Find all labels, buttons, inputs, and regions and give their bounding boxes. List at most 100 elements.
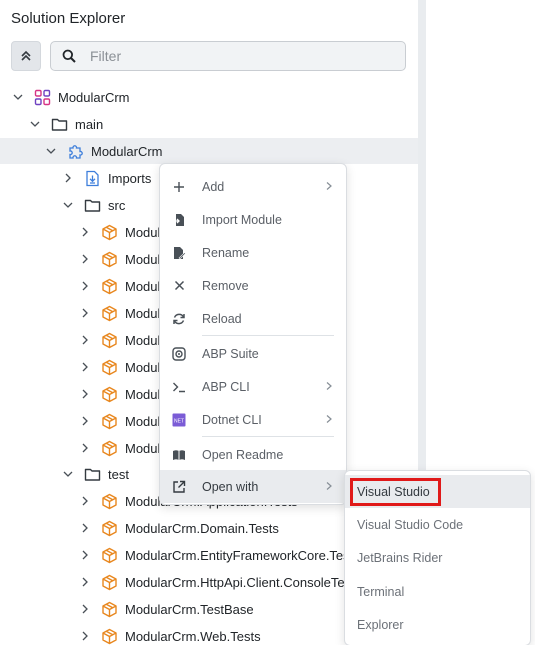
submenu-item-explorer[interactable]: Explorer <box>345 608 530 641</box>
chevron-down-icon[interactable] <box>45 145 57 157</box>
puzzle-icon <box>69 144 83 159</box>
submenu-item-visual-studio[interactable]: Visual Studio <box>345 475 530 508</box>
chevron-right-icon[interactable] <box>79 280 91 292</box>
close-icon <box>171 278 187 294</box>
menu-item-add[interactable]: Add <box>160 170 346 203</box>
chevron-right-icon <box>326 415 332 423</box>
chevron-right-icon[interactable] <box>79 603 91 615</box>
submenu-item-label: Visual Studio Code <box>357 517 464 532</box>
menu-item-label: Import Module <box>202 212 282 227</box>
menu-item-open-readme[interactable]: Open Readme <box>160 438 346 471</box>
package-icon <box>102 520 117 536</box>
tree-node-main[interactable]: main <box>0 111 418 137</box>
tree-node-label: ModularCrm.EntityFrameworkCore.Tests <box>125 547 360 563</box>
menu-item-label: Add <box>202 179 225 194</box>
submenu-item-label: Explorer <box>357 617 404 632</box>
panel-title: Solution Explorer <box>11 10 126 27</box>
menu-item-import-module[interactable]: Import Module <box>160 203 346 236</box>
chevron-right-icon[interactable] <box>79 388 91 400</box>
chevron-right-icon <box>326 382 332 390</box>
package-icon <box>102 332 117 348</box>
package-icon <box>102 601 117 617</box>
chevron-right-icon[interactable] <box>79 630 91 642</box>
menu-separator <box>202 335 334 336</box>
chevron-right-icon[interactable] <box>79 415 91 427</box>
chevron-down-icon[interactable] <box>62 199 74 211</box>
package-icon <box>102 628 117 644</box>
chevron-right-icon[interactable] <box>79 253 91 265</box>
filter-box <box>50 41 406 71</box>
plus-icon <box>171 179 187 195</box>
submenu-item-terminal[interactable]: Terminal <box>345 575 530 608</box>
reload-icon <box>171 311 187 327</box>
chevron-right-icon[interactable] <box>79 442 91 454</box>
folder-icon <box>84 199 101 212</box>
folder-icon <box>51 118 68 131</box>
package-icon <box>102 305 117 321</box>
rename-icon <box>171 245 187 261</box>
package-icon <box>102 251 117 267</box>
chevron-down-icon[interactable] <box>12 91 24 103</box>
imports-icon <box>86 170 99 186</box>
submenu-item-label: JetBrains Rider <box>357 550 443 565</box>
package-icon <box>102 278 117 294</box>
menu-item-label: Reload <box>202 311 242 326</box>
dotnet-icon: NET <box>171 412 187 428</box>
chevron-down-icon[interactable] <box>62 468 74 480</box>
chevron-right-icon[interactable] <box>79 307 91 319</box>
chevron-right-icon[interactable] <box>79 495 91 507</box>
package-icon <box>102 547 117 563</box>
solution-icon <box>34 89 51 105</box>
search-icon <box>62 49 76 63</box>
package-icon <box>102 440 117 456</box>
folder-icon <box>84 468 101 481</box>
submenu-item-vscode[interactable]: Visual Studio Code <box>345 508 530 541</box>
menu-item-label: Rename <box>202 245 250 260</box>
chevron-right-icon[interactable] <box>79 549 91 561</box>
double-chevron-up-icon <box>21 50 31 61</box>
menu-item-label: Open with <box>202 479 259 494</box>
package-icon <box>102 493 117 509</box>
tree-node-label: ModularCrm.HttpApi.Client.ConsoleTestApp <box>125 574 378 590</box>
filter-input[interactable] <box>90 48 370 64</box>
chevron-right-icon[interactable] <box>79 334 91 346</box>
package-icon <box>102 413 117 429</box>
package-icon <box>102 224 117 240</box>
menu-item-open-with[interactable]: Open with <box>160 470 346 503</box>
open-with-submenu: Visual Studio Visual Studio Code JetBrai… <box>344 470 531 645</box>
tree-node-root[interactable]: ModularCrm <box>0 84 418 110</box>
collapse-all-button[interactable] <box>11 41 41 71</box>
chevron-right-icon[interactable] <box>79 226 91 238</box>
book-icon <box>171 447 187 463</box>
chevron-right-icon[interactable] <box>79 361 91 373</box>
menu-item-dotnet-cli[interactable]: NET Dotnet CLI <box>160 403 346 436</box>
menu-item-label: Open Readme <box>202 447 284 462</box>
package-icon <box>102 574 117 590</box>
abp-suite-icon <box>171 346 187 362</box>
import-icon <box>171 212 187 228</box>
tree-node-label: src <box>108 197 126 213</box>
tree-node-label: Imports <box>108 170 152 186</box>
menu-item-label: Remove <box>202 278 249 293</box>
menu-item-abp-suite[interactable]: ABP Suite <box>160 337 346 370</box>
chevron-right-icon[interactable] <box>79 576 91 588</box>
context-menu: Add Import Module Rename Remove Reload A… <box>159 163 347 505</box>
tree-node-module[interactable]: ModularCrm <box>0 138 418 164</box>
menu-item-reload[interactable]: Reload <box>160 302 346 335</box>
chevron-right-icon <box>326 182 332 190</box>
chevron-right-icon[interactable] <box>79 522 91 534</box>
submenu-item-label: Terminal <box>357 584 405 599</box>
submenu-item-rider[interactable]: JetBrains Rider <box>345 541 530 574</box>
tree-node-label: ModularCrm.Domain.Tests <box>125 520 279 536</box>
chevron-right-icon[interactable] <box>62 172 74 184</box>
external-link-icon <box>171 479 187 495</box>
menu-item-label: ABP Suite <box>202 346 259 361</box>
menu-item-abp-cli[interactable]: ABP CLI <box>160 370 346 403</box>
package-icon <box>102 359 117 375</box>
menu-item-rename[interactable]: Rename <box>160 236 346 269</box>
tree-node-label: test <box>108 466 129 482</box>
tree-node-label: ModularCrm <box>58 89 130 105</box>
menu-item-remove[interactable]: Remove <box>160 269 346 302</box>
chevron-down-icon[interactable] <box>29 118 41 130</box>
submenu-item-label: Visual Studio <box>357 484 430 499</box>
